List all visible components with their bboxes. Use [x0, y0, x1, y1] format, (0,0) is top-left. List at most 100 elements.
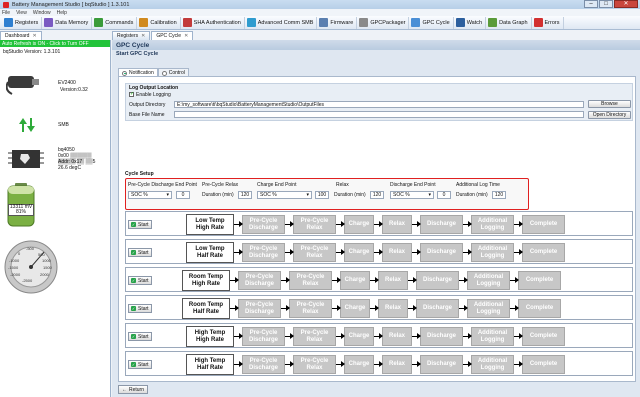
cycle-step: Relax [382, 243, 412, 262]
discharge-end-input[interactable]: 0 [176, 191, 190, 199]
menu-file[interactable]: File [2, 10, 10, 16]
window-title: Battery Management Studio [ bqStudio ] 1… [12, 1, 130, 8]
toolbar-button-label: Calibration [150, 19, 177, 26]
start-label: Start [138, 305, 149, 312]
start-button[interactable]: ✓ Start [128, 304, 152, 313]
arrow-right-icon [459, 305, 468, 311]
gauge-label: -2000 [10, 272, 21, 277]
cycle-name: Low Temp High Rate [186, 214, 234, 235]
tab-registers-label: Registers [117, 33, 139, 39]
cycle-step: Charge [344, 243, 374, 262]
enable-logging[interactable]: Enable Logging [129, 91, 171, 98]
menu-view[interactable]: View [16, 10, 27, 16]
toolbar-button-label: Data Memory [55, 19, 89, 26]
arrow-right-icon [408, 277, 417, 283]
toolbar-button[interactable]: Firmware [317, 16, 358, 29]
ev-version: Version:0.32 [60, 87, 88, 93]
tab-dashboard-label: Dashboard [5, 33, 30, 39]
toolbar-button-label: Advanced Comm SMB [257, 19, 314, 26]
control-radio[interactable] [161, 70, 167, 76]
toolbar-button[interactable]: Data Graph [486, 16, 532, 29]
gpc-panel: Log Output Location Enable Logging Outpu… [118, 76, 636, 382]
toolbar-button[interactable]: GPCPackager [357, 16, 410, 29]
toolbar-button[interactable]: Registers [2, 16, 43, 29]
arrow-right-icon [230, 277, 239, 283]
additional-log-label: Additional Log Time [456, 182, 500, 188]
cycle-step: Discharge [416, 271, 459, 290]
browse-button[interactable]: Browse [588, 100, 631, 108]
cycle-row: ✓ Start Low Temp High Rate Pre-Cycle Discha… [125, 211, 633, 236]
base-file-label: Base File Name [129, 112, 165, 118]
data-memory-icon [44, 18, 54, 27]
charge-end-input[interactable]: 100 [315, 191, 329, 199]
precycle-relax-input[interactable]: 120 [238, 191, 252, 199]
return-arrow-icon: ← [121, 386, 127, 393]
charge-end-select[interactable]: SOC % [257, 191, 312, 199]
start-button[interactable]: ✓ Start [128, 360, 152, 369]
cycle-flow: High Temp High Rate Pre-Cycle Discharge Pr… [186, 326, 565, 347]
cycle-step: Pre-Cycle Discharge [242, 243, 285, 262]
toolbar-button[interactable]: Watch [454, 16, 487, 29]
start-button[interactable]: ✓ Start [128, 276, 152, 285]
arrow-right-icon [230, 305, 239, 311]
discharge-end-select[interactable]: SOC % [128, 191, 172, 199]
usb-adapter-icon [6, 76, 39, 95]
notification-radio[interactable] [122, 70, 127, 76]
gauge-label: -500 [26, 246, 35, 251]
enable-logging-checkbox[interactable] [129, 91, 134, 98]
start-button[interactable]: ✓ Start [128, 332, 152, 341]
close-icon[interactable]: ✕ [184, 33, 188, 39]
relax-input[interactable]: 120 [370, 191, 384, 199]
cycle-step: Complete [522, 355, 565, 374]
toolbar-button-label: SHA Authentication [193, 19, 241, 26]
toolbar-button-label: Data Graph [499, 19, 528, 26]
arrow-right-icon [336, 333, 345, 339]
output-dir-input[interactable]: E:\my_software\ti\bqStudio\BatteryManage… [174, 101, 584, 108]
auto-refresh-toggle[interactable]: Auto Refresh is ON - Click to Turn OFF [0, 40, 110, 47]
gauge-label: 0 [18, 251, 21, 256]
menu-help[interactable]: Help [57, 10, 67, 16]
discharge-endpoint-input[interactable]: 0 [437, 191, 451, 199]
tab-dashboard[interactable]: Dashboard ✕ [0, 31, 42, 40]
close-button[interactable]: ✕ [614, 0, 638, 8]
cycle-setup-group: Pre-Cycle Discharge End Point SOC % 0 Pr… [125, 178, 529, 210]
start-button[interactable]: ✓ Start [128, 220, 152, 229]
base-file-input[interactable] [174, 111, 584, 118]
main-tab-row: Registers ✕ GPC Cycle ✕ [112, 31, 194, 40]
tab-gpc-cycle[interactable]: GPC Cycle ✕ [151, 31, 194, 40]
toolbar-button[interactable]: Calibration [137, 16, 181, 29]
tab-registers[interactable]: Registers ✕ [112, 31, 151, 40]
arrow-right-icon [374, 249, 383, 255]
cycle-step: Discharge [420, 243, 463, 262]
cycle-name: Room Temp Half Rate [182, 298, 230, 319]
cycle-flow: Room Temp High Rate Pre-Cycle Discharge Pr… [182, 270, 561, 291]
watch-icon [455, 18, 465, 27]
cycle-name: Low Temp Half Rate [186, 242, 234, 263]
menu-bar: File View Window Help [0, 9, 640, 16]
cycle-step: Relax [382, 355, 412, 374]
maximize-button[interactable]: □ [599, 0, 613, 8]
open-directory-button[interactable]: Open Directory [588, 111, 631, 119]
menu-window[interactable]: Window [33, 10, 51, 16]
toolbar-button[interactable]: GPC Cycle [409, 16, 454, 29]
cycle-flow: High Temp Half Rate Pre-Cycle Discharge Pr… [186, 354, 565, 375]
gauge-label: -2500 [22, 278, 33, 283]
close-icon[interactable]: ✕ [32, 33, 36, 39]
toolbar-button[interactable]: SHA Authentication [181, 16, 245, 29]
toolbar-button[interactable]: Errors [532, 16, 564, 29]
return-button[interactable]: ← Return [118, 385, 148, 394]
additional-log-input[interactable]: 120 [492, 191, 506, 199]
toolbar-button[interactable]: Commands [92, 16, 138, 29]
start-button[interactable]: ✓ Start [128, 248, 152, 257]
arrow-right-icon [374, 361, 383, 367]
discharge-endpoint-select[interactable]: SOC % [390, 191, 434, 199]
cycle-step: Additional Logging [471, 327, 514, 346]
additional-log-duration-label: Duration (min) [456, 192, 488, 198]
toolbar-button[interactable]: Data Memory [42, 16, 93, 29]
close-icon[interactable]: ✕ [141, 33, 145, 39]
toolbar-button[interactable]: Advanced Comm SMB [245, 16, 318, 29]
toolbar-button-label: Errors [544, 19, 560, 26]
cycle-step: Complete [518, 271, 561, 290]
minimize-button[interactable]: – [584, 0, 598, 8]
arrow-right-icon [285, 221, 294, 227]
